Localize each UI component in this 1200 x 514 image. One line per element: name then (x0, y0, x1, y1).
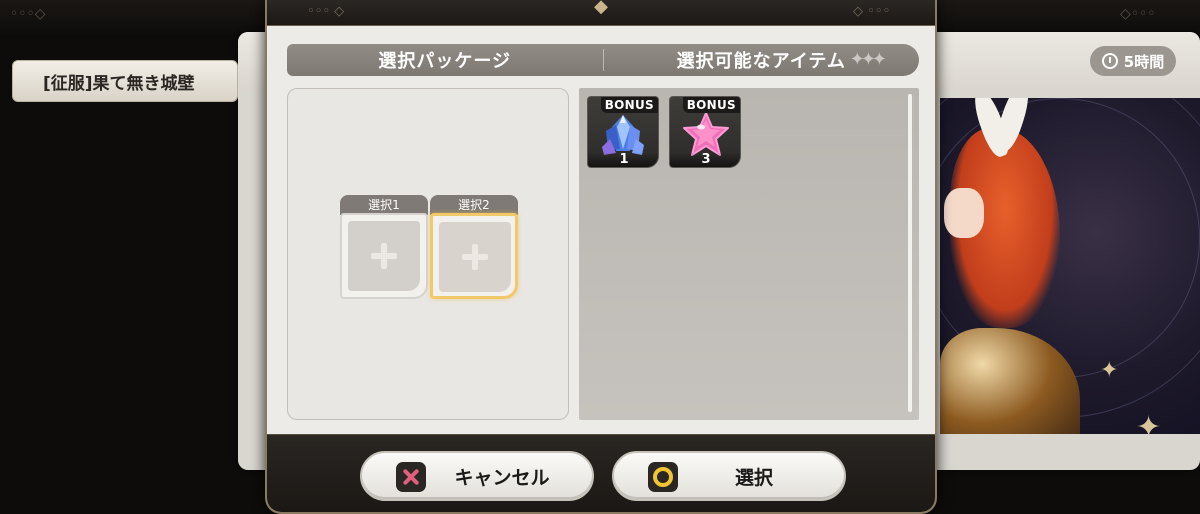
crystal-icon (602, 115, 644, 155)
circle-button-icon (648, 462, 678, 492)
center-ornament-icon: ◆ (594, 0, 608, 17)
item-quantity: 1 (588, 152, 658, 167)
ornament-icon: ◦◦◦◇ (10, 6, 46, 22)
sparkle-icon: ✦ (1136, 410, 1162, 434)
modal-top-frame: ◦◦◦ ◇ ◆ ◇ ◦◦◦ (267, 0, 935, 26)
selection-slot-2[interactable]: 選択2 (430, 195, 518, 299)
ornament-icon: ◇◦◦◦ (1120, 6, 1156, 22)
cross-button-icon (396, 462, 426, 492)
modal-header-bar: 選択パッケージ 選択可能なアイテム ✦✦✦ (287, 44, 919, 76)
bonus-badge: BONUS (600, 97, 658, 113)
sparkle-decoration-icon: ✦✦✦ (849, 49, 887, 70)
sparkle-icon: ✦ (1100, 358, 1119, 383)
cancel-button-label: キャンセル (454, 466, 550, 489)
plus-icon (371, 243, 397, 269)
slot-label: 選択1 (340, 195, 428, 215)
item-card[interactable]: BONUS 3 (669, 96, 741, 168)
item-card[interactable]: BONUS 1 (587, 96, 659, 168)
conquest-stage-tab[interactable]: [征服]果て無き城壁 (12, 60, 238, 102)
conquest-stage-label: [征服]果て無き城壁 (43, 73, 195, 94)
selected-package-title: 選択パッケージ (378, 51, 512, 72)
remaining-time-label: 5時間 (1123, 52, 1165, 71)
selectable-items-panel: BONUS 1 BONUS 3 (579, 88, 919, 420)
stopwatch-icon (1101, 53, 1118, 69)
selection-slot-1[interactable]: 選択1 (340, 195, 428, 299)
select-button[interactable]: 選択 (612, 451, 846, 501)
plus-icon (462, 244, 488, 270)
character-face (944, 188, 984, 238)
pink-star-icon (683, 112, 729, 156)
remaining-time-badge: 5時間 (1090, 46, 1176, 76)
character-artwork: ✦ ✦ (940, 98, 1200, 434)
slot-label: 選択2 (430, 195, 518, 215)
select-button-label: 選択 (734, 466, 773, 489)
items-scrollbar[interactable] (908, 94, 912, 412)
ornament-icon: ◦◦◦ ◇ (307, 4, 345, 19)
slot-frame (430, 213, 518, 299)
item-quantity: 3 (670, 152, 740, 167)
cancel-button[interactable]: キャンセル (360, 451, 594, 501)
slot-frame (340, 213, 428, 299)
bonus-badge: BONUS (682, 97, 740, 113)
selected-package-panel: 選択1 選択2 (287, 88, 569, 420)
modal-footer: キャンセル 選択 (267, 434, 935, 512)
ornament-icon: ◇ ◦◦◦ (853, 4, 891, 19)
package-select-modal: ◦◦◦ ◇ ◆ ◇ ◦◦◦ 選択パッケージ 選択可能なアイテム ✦✦✦ 選択1 … (265, 0, 937, 514)
